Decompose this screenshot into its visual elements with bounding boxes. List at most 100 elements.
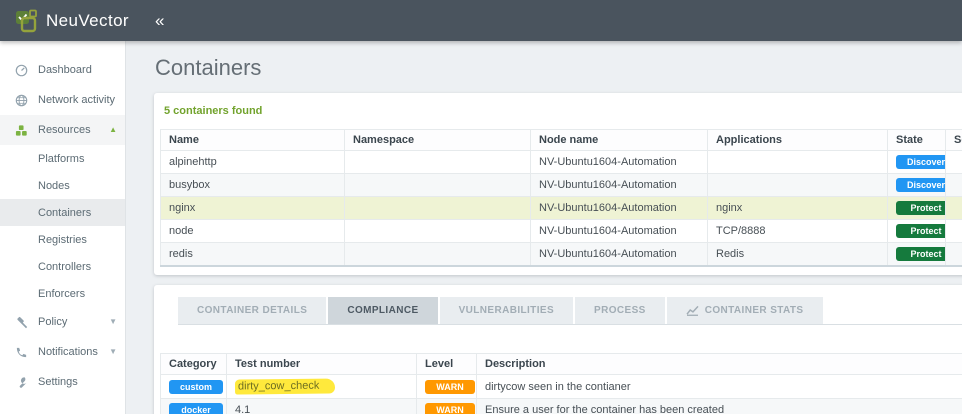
containers-card: 5 containers found Name Namespace Node n… [154,93,962,275]
line-chart-icon [686,305,699,316]
container-row-node[interactable]: node NV-Ubuntu1604-Automation TCP/8888 P… [161,220,962,243]
tab-label: VULNERABILITIES [459,305,554,316]
sidebar-item-network-activity[interactable]: Network activity [0,85,125,115]
neuvector-logo: NeuVector [13,8,129,34]
brand-name: NeuVector [46,11,129,31]
cubes-icon [15,124,28,137]
sidebar-label: Containers [38,207,91,219]
cell-cutoff [946,220,962,243]
column-header-name[interactable]: Name [161,130,345,151]
globe-icon [15,94,28,107]
cell-name: node [161,220,345,243]
cell-name: redis [161,243,345,267]
sidebar-label: Nodes [38,180,70,192]
cell-namespace [345,243,531,267]
cell-test-number: 4.1 [227,399,417,414]
sidebar-label: Registries [38,234,87,246]
cell-name: alpinehttp [161,151,345,174]
cell-node-name: NV-Ubuntu1604-Automation [531,243,708,267]
state-badge: Protect [896,224,946,238]
chevron-down-icon: ▼ [109,348,117,356]
sidebar-label: Network activity [38,94,115,106]
sidebar-collapse-button[interactable]: « [155,12,164,29]
column-header-category[interactable]: Category [161,354,227,375]
sidebar-item-enforcers[interactable]: Enforcers [0,280,125,307]
containers-table-header: Name Namespace Node name Applications St… [161,130,962,151]
cell-namespace [345,174,531,197]
sidebar-item-policy[interactable]: Policy ▼ [0,307,125,337]
cell-cutoff [946,197,962,220]
cell-namespace [345,197,531,220]
tab-label: CONTAINER STATS [705,305,804,316]
sidebar-item-resources[interactable]: Resources ▲ [0,115,125,145]
cell-description: dirtycow seen in the contianer [477,375,962,399]
container-row-nginx[interactable]: nginx NV-Ubuntu1604-Automation nginx Pro… [161,197,962,220]
state-badge: Discover [896,178,946,192]
container-row-redis[interactable]: redis NV-Ubuntu1604-Automation Redis Pro… [161,243,962,267]
sidebar-item-dashboard[interactable]: Dashboard [0,55,125,85]
sidebar-item-registries[interactable]: Registries [0,226,125,253]
cell-node-name: NV-Ubuntu1604-Automation [531,174,708,197]
dashboard-icon [15,64,28,77]
sidebar-item-settings[interactable]: Settings [0,367,125,397]
cell-name: nginx [161,197,345,220]
gavel-icon [15,316,28,329]
column-header-cutoff[interactable]: Se [946,130,962,151]
sidebar-item-controllers[interactable]: Controllers [0,253,125,280]
cell-applications: nginx [708,197,888,220]
main-content: Containers 5 containers found Name Names… [126,41,962,414]
cell-namespace [345,220,531,243]
sidebar-label: Policy [38,316,67,328]
compliance-row-4-1[interactable]: docker 4.1 WARN Ensure a user for the co… [161,399,962,414]
cell-node-name: NV-Ubuntu1604-Automation [531,151,708,174]
tab-process[interactable]: PROCESS [575,297,665,324]
containers-count: 5 containers found [164,105,962,117]
column-header-test-number[interactable]: Test number [227,354,417,375]
sidebar-item-nodes[interactable]: Nodes [0,172,125,199]
cell-description: Ensure a user for the container has been… [477,399,962,414]
level-badge: WARN [425,403,475,414]
category-badge: docker [169,403,223,414]
cell-namespace [345,151,531,174]
cell-node-name: NV-Ubuntu1604-Automation [531,197,708,220]
tab-container-stats[interactable]: CONTAINER STATS [667,297,823,324]
compliance-row-dirty-cow[interactable]: custom dirty_cow_check WARN dirtycow see… [161,375,962,399]
tab-content-spacer [154,325,962,353]
column-header-description[interactable]: Description [477,354,962,375]
column-header-state[interactable]: State [888,130,946,151]
tab-compliance[interactable]: COMPLIANCE [328,297,437,324]
column-header-level[interactable]: Level [417,354,477,375]
neuvector-logo-icon [13,8,39,34]
sidebar-label: Controllers [38,261,91,273]
cell-cutoff [946,151,962,174]
wrench-icon [15,376,28,389]
category-badge: custom [169,380,223,394]
container-row-alpinehttp[interactable]: alpinehttp NV-Ubuntu1604-Automation Disc… [161,151,962,174]
details-tab-strip: CONTAINER DETAILS COMPLIANCE VULNERABILI… [178,297,962,325]
tab-vulnerabilities[interactable]: VULNERABILITIES [440,297,573,324]
column-header-node-name[interactable]: Node name [531,130,708,151]
sidebar-label: Notifications [38,346,98,358]
state-badge: Discover [896,155,946,169]
sidebar-label: Dashboard [38,64,92,76]
sidebar-label: Enforcers [38,288,85,300]
container-details-card: CONTAINER DETAILS COMPLIANCE VULNERABILI… [154,285,962,414]
level-badge: WARN [425,380,475,394]
tab-label: PROCESS [594,305,646,316]
cell-node-name: NV-Ubuntu1604-Automation [531,220,708,243]
column-header-namespace[interactable]: Namespace [345,130,531,151]
container-row-busybox[interactable]: busybox NV-Ubuntu1604-Automation Discove… [161,174,962,197]
tab-container-details[interactable]: CONTAINER DETAILS [178,297,326,324]
compliance-table: Category Test number Level Description c… [160,353,962,414]
sidebar-item-platforms[interactable]: Platforms [0,145,125,172]
cell-cutoff [946,243,962,267]
page-title: Containers [155,55,962,81]
containers-table: Name Namespace Node name Applications St… [160,129,962,267]
sidebar-item-containers[interactable]: Containers [0,199,125,226]
tab-label: CONTAINER DETAILS [197,305,307,316]
sidebar-item-notifications[interactable]: Notifications ▼ [0,337,125,367]
app-header: NeuVector « [0,0,962,41]
cell-cutoff [946,174,962,197]
column-header-applications[interactable]: Applications [708,130,888,151]
tab-label: COMPLIANCE [347,305,418,316]
